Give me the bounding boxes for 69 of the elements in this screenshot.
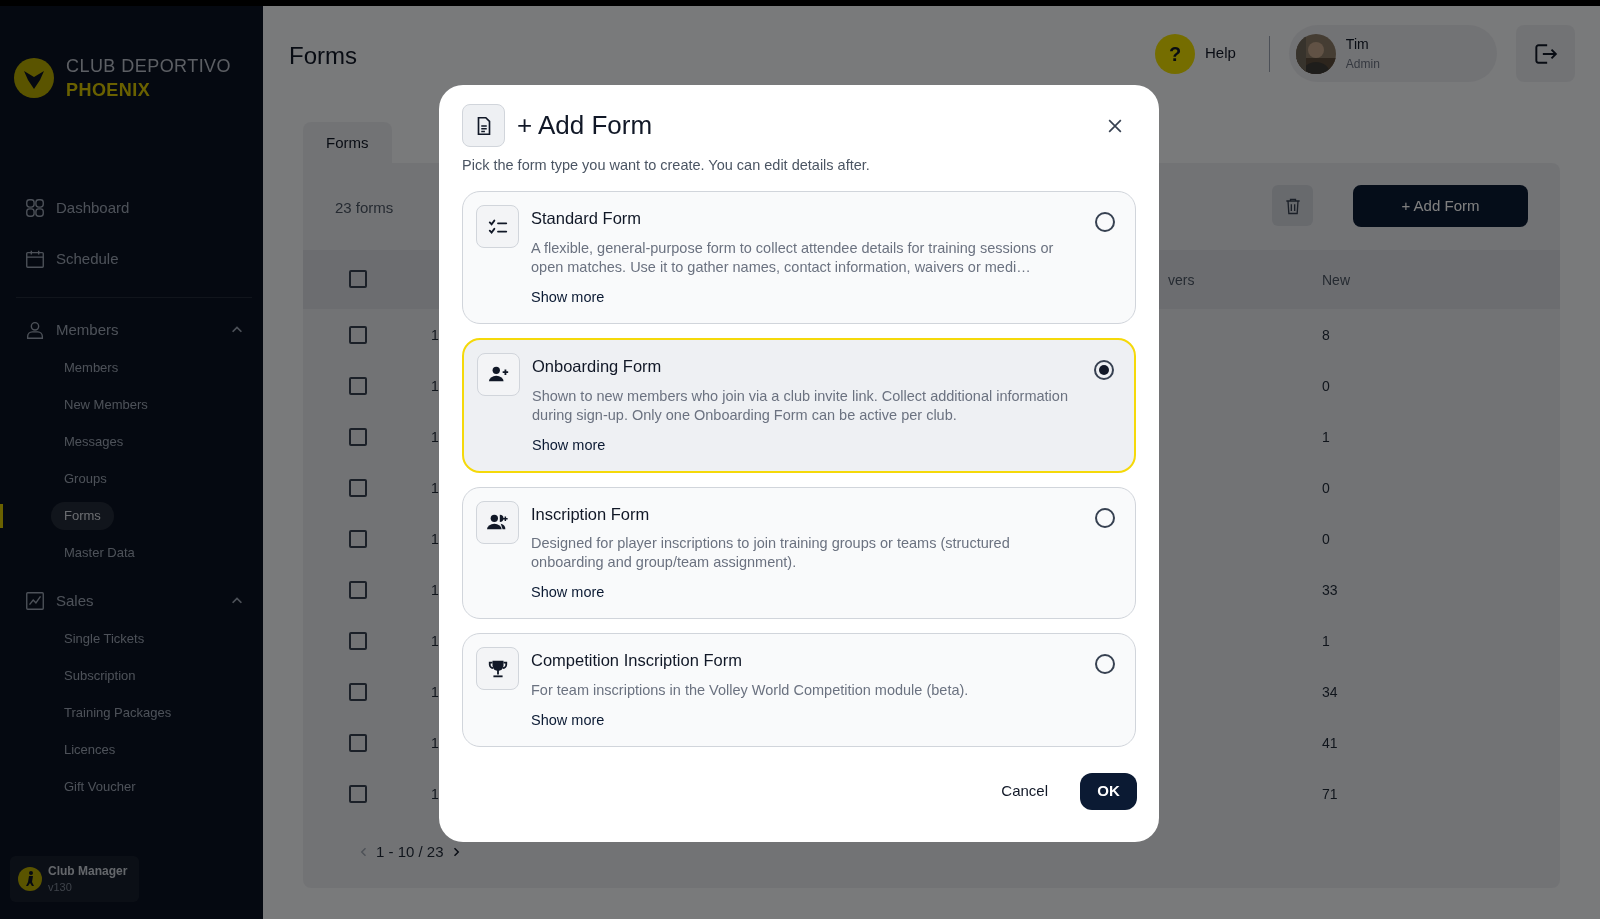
dialog-title: + Add Form xyxy=(517,109,653,142)
table-cell-text: 1 xyxy=(431,428,439,447)
help-icon[interactable]: ? xyxy=(1155,33,1195,74)
table-cell-text: 1 xyxy=(431,479,439,498)
pagination-label: 1 - 10 / 23 xyxy=(376,842,444,862)
user-role: Admin xyxy=(1345,55,1380,73)
dialog-subtitle: Pick the form type you want to create. You can edit details after. xyxy=(462,156,870,175)
column-header: vers xyxy=(1168,271,1195,290)
user-name: Tim xyxy=(1345,34,1370,54)
nav-item[interactable]: Training Packages xyxy=(51,699,185,727)
table-cell-text: 1 xyxy=(431,326,439,345)
nav-section[interactable]: Sales xyxy=(16,581,252,621)
table-cell-text: 1 xyxy=(431,581,439,600)
nav-item[interactable]: Schedule xyxy=(16,239,252,279)
form-type-option[interactable]: Competition Inscription Form For team inscriptions in the Volley World Competition module (beta). Show more xyxy=(462,633,1136,747)
table-cell-text: 0 xyxy=(1322,377,1330,396)
show-more-link[interactable]: Show more xyxy=(531,582,605,604)
show-more-link[interactable]: Show more xyxy=(531,710,605,732)
table-cell-text: 1 xyxy=(431,683,439,702)
table-cell-text: 8 xyxy=(1322,326,1330,345)
table-cell-text: 1 xyxy=(431,734,439,753)
table-cell-text: 0 xyxy=(1322,479,1330,498)
nav-item[interactable]: Licences xyxy=(51,736,129,764)
table-cell-text: 1 xyxy=(431,530,439,549)
form-type-option[interactable]: Inscription Form Designed for player inscriptions to join training groups or teams (structured onboarding and group/team assignment). Show more xyxy=(462,486,1136,620)
brand-name: CLUB DEPORTIVO xyxy=(66,55,231,78)
table-cell-text: 34 xyxy=(1322,683,1338,702)
nav-item[interactable]: Groups xyxy=(51,465,120,493)
page-title: Forms xyxy=(289,41,357,71)
form-type-option[interactable]: Standard Form A flexible, general-purpose form to collect attendee details for training sessions or open matches. Use it to gather names, contact information, waivers or medi… Show more xyxy=(462,191,1136,324)
table-cell-text: 1 xyxy=(1322,428,1330,447)
cancel-button[interactable]: Cancel xyxy=(989,773,1060,810)
app-name: Club Manager xyxy=(48,863,128,879)
nav-item[interactable]: Members xyxy=(51,354,132,382)
user-menu[interactable]: Tim Admin xyxy=(1288,25,1497,82)
form-type-option[interactable]: Onboarding Form Shown to new members who join via a club invite link. Collect additional information during sign-up. Only one Onboarding Form can be active per club. Show more xyxy=(462,337,1136,473)
nav-item[interactable]: Master Data xyxy=(51,539,148,567)
option-title: Inscription Form xyxy=(531,503,651,525)
table-cell-text: 1 xyxy=(431,632,439,651)
table-cell-text: 41 xyxy=(1322,734,1338,753)
table-cell-text: 1 xyxy=(431,377,439,396)
option-title: Standard Form xyxy=(531,208,643,229)
ok-button[interactable]: OK xyxy=(1080,773,1137,810)
table-cell-text: 1 xyxy=(431,785,439,804)
help-link[interactable]: Help xyxy=(1205,42,1236,65)
option-title: Onboarding Form xyxy=(532,355,663,377)
nav-item[interactable]: New Members xyxy=(51,391,161,419)
option-description: For team inscriptions in the Volley World Competition module (beta). xyxy=(531,681,970,700)
nav-section[interactable]: Members xyxy=(16,310,252,350)
table-cell-text: 0 xyxy=(1322,530,1330,549)
nav-item[interactable]: Gift Voucher xyxy=(51,773,149,801)
table-cell-text: 33 xyxy=(1322,581,1338,600)
table-cell-text: 1 xyxy=(1322,632,1330,651)
nav-item[interactable]: Single Tickets xyxy=(51,625,158,653)
option-description: A flexible, general-purpose form to collect attendee details for training sessions or open matches. Use it to gather names, contact information, waivers or medi… xyxy=(531,238,1055,277)
show-more-link[interactable]: Show more xyxy=(532,434,606,457)
table-cell-text: 71 xyxy=(1322,785,1338,804)
brand-subtitle: PHOENIX xyxy=(66,79,152,102)
tab[interactable]: Forms xyxy=(303,122,392,164)
show-more-link[interactable]: Show more xyxy=(531,286,605,309)
nav-item[interactable]: Messages xyxy=(51,428,137,456)
add-form-button[interactable]: + Add Form xyxy=(1353,185,1528,227)
column-header: New xyxy=(1322,271,1350,290)
option-description: Shown to new members who join via a club invite link. Collect additional information during sign-up. Only one Onboarding Form can be active per club. xyxy=(532,386,1069,425)
option-description: Designed for player inscriptions to join training groups or teams (structured onboarding and group/team assignment). xyxy=(531,534,1011,573)
option-title: Competition Inscription Form xyxy=(531,650,743,672)
record-count: 23 forms xyxy=(335,198,394,218)
nav-item[interactable]: Subscription xyxy=(51,662,149,690)
nav-item[interactable]: Dashboard xyxy=(16,188,252,228)
